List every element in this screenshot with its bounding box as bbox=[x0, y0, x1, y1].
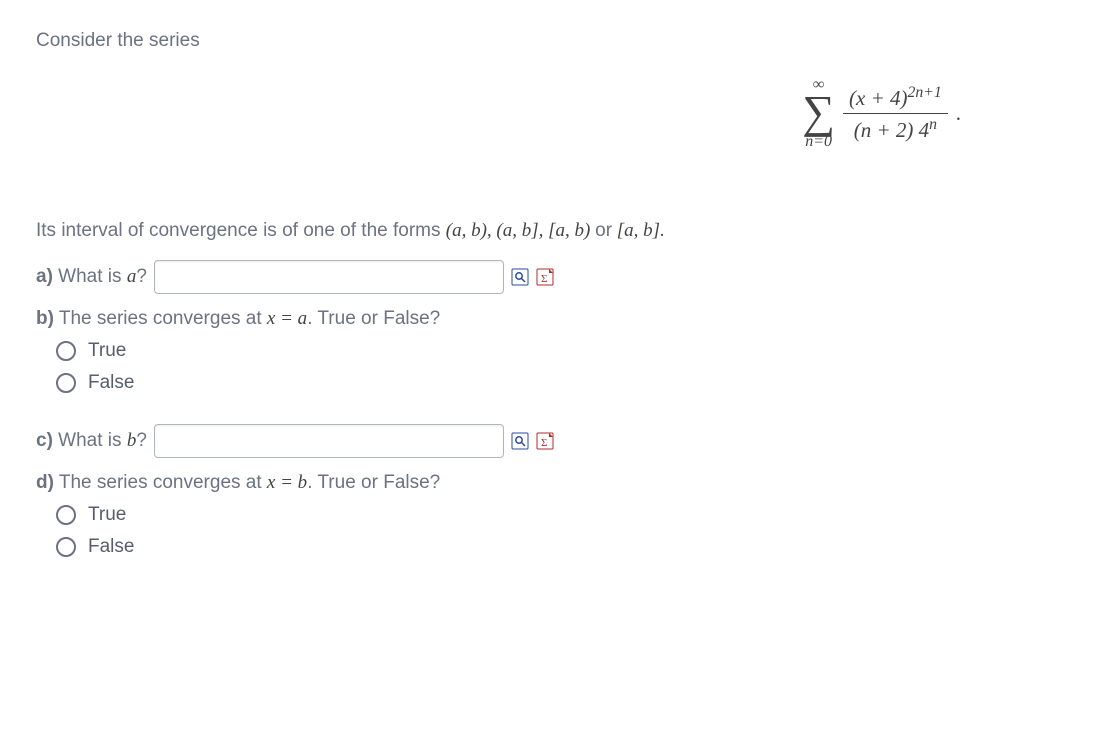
input-c[interactable] bbox=[154, 424, 504, 458]
radio-group-b: True False bbox=[36, 340, 1066, 394]
series-formula: ∞ ∑ n=0 (x + 4)2n+1 (n + 2) 4n . bbox=[36, 70, 1066, 150]
radio-d-true[interactable] bbox=[56, 505, 76, 525]
radio-b-true[interactable] bbox=[56, 341, 76, 361]
radio-label: False bbox=[88, 536, 134, 558]
svg-text:Σ: Σ bbox=[541, 273, 547, 285]
svg-text:Σ: Σ bbox=[541, 437, 547, 449]
interval-sentence: Its interval of convergence is of one of… bbox=[36, 220, 1066, 242]
sigma-help-icon[interactable]: Σ bbox=[536, 432, 554, 450]
option-d-true[interactable]: True bbox=[56, 504, 1066, 526]
radio-label: True bbox=[88, 340, 126, 362]
radio-b-false[interactable] bbox=[56, 373, 76, 393]
radio-label: True bbox=[88, 504, 126, 526]
question-a: a) What is a? Σ bbox=[36, 260, 1066, 294]
question-d: d) The series converges at x = b. True o… bbox=[36, 472, 1066, 494]
option-d-false[interactable]: False bbox=[56, 536, 1066, 558]
intro-text: Consider the series bbox=[36, 30, 1066, 52]
option-b-false[interactable]: False bbox=[56, 372, 1066, 394]
radio-label: False bbox=[88, 372, 134, 394]
option-b-true[interactable]: True bbox=[56, 340, 1066, 362]
input-a[interactable] bbox=[154, 260, 504, 294]
radio-d-false[interactable] bbox=[56, 537, 76, 557]
sigma-help-icon[interactable]: Σ bbox=[536, 268, 554, 286]
preview-icon[interactable] bbox=[511, 268, 529, 286]
question-b: b) The series converges at x = a. True o… bbox=[36, 308, 1066, 330]
question-c: c) What is b? Σ bbox=[36, 424, 1066, 458]
preview-icon[interactable] bbox=[511, 432, 529, 450]
radio-group-d: True False bbox=[36, 504, 1066, 558]
